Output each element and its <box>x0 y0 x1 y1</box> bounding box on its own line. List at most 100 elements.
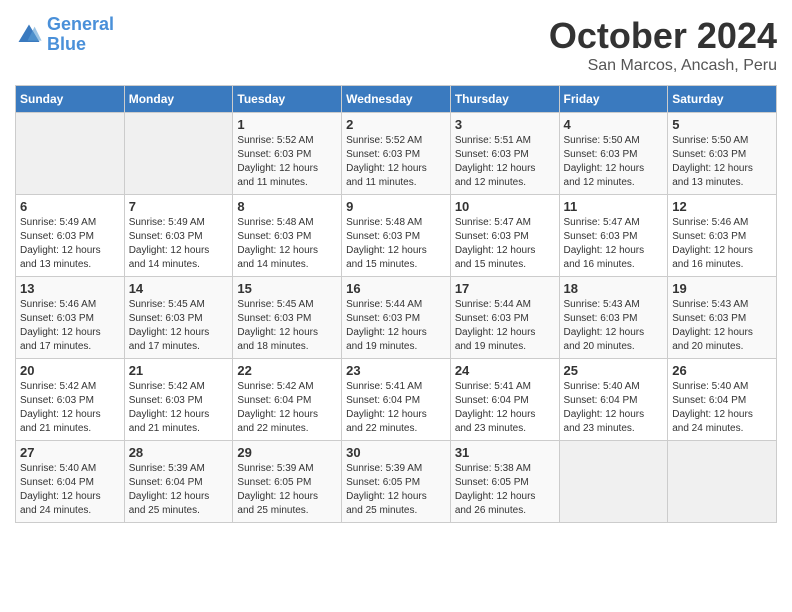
day-info: Sunrise: 5:43 AM Sunset: 6:03 PM Dayligh… <box>672 298 772 354</box>
day-info: Sunrise: 5:41 AM Sunset: 6:04 PM Dayligh… <box>455 380 555 436</box>
day-cell: 30 Sunrise: 5:39 AM Sunset: 6:05 PM Dayli… <box>342 441 451 523</box>
day-cell: 10 Sunrise: 5:47 AM Sunset: 6:03 PM Dayli… <box>450 195 559 277</box>
day-number: 1 <box>237 117 337 132</box>
header-tuesday: Tuesday <box>233 86 342 113</box>
day-info: Sunrise: 5:40 AM Sunset: 6:04 PM Dayligh… <box>672 380 772 436</box>
day-info: Sunrise: 5:48 AM Sunset: 6:03 PM Dayligh… <box>346 216 446 272</box>
header: General Blue October 2024 San Marcos, An… <box>15 15 777 75</box>
day-info: Sunrise: 5:48 AM Sunset: 6:03 PM Dayligh… <box>237 216 337 272</box>
day-info: Sunrise: 5:38 AM Sunset: 6:05 PM Dayligh… <box>455 462 555 518</box>
day-cell: 28 Sunrise: 5:39 AM Sunset: 6:04 PM Dayli… <box>124 441 233 523</box>
logo-icon <box>15 21 43 49</box>
day-cell: 14 Sunrise: 5:45 AM Sunset: 6:03 PM Dayli… <box>124 277 233 359</box>
day-cell <box>16 113 125 195</box>
day-number: 4 <box>564 117 664 132</box>
day-cell: 8 Sunrise: 5:48 AM Sunset: 6:03 PM Daylig… <box>233 195 342 277</box>
week-row-1: 1 Sunrise: 5:52 AM Sunset: 6:03 PM Daylig… <box>16 113 777 195</box>
day-cell: 11 Sunrise: 5:47 AM Sunset: 6:03 PM Dayli… <box>559 195 668 277</box>
day-info: Sunrise: 5:39 AM Sunset: 6:05 PM Dayligh… <box>346 462 446 518</box>
day-info: Sunrise: 5:47 AM Sunset: 6:03 PM Dayligh… <box>564 216 664 272</box>
calendar-table: Sunday Monday Tuesday Wednesday Thursday… <box>15 85 777 523</box>
day-cell: 12 Sunrise: 5:46 AM Sunset: 6:03 PM Dayli… <box>668 195 777 277</box>
title-area: October 2024 San Marcos, Ancash, Peru <box>549 15 777 75</box>
week-row-5: 27Sunrise: 5:40 AM Sunset: 6:04 PM Dayli… <box>16 441 777 523</box>
day-number: 6 <box>20 199 120 214</box>
day-cell: 27Sunrise: 5:40 AM Sunset: 6:04 PM Dayli… <box>16 441 125 523</box>
day-number: 30 <box>346 445 446 460</box>
day-info: Sunrise: 5:40 AM Sunset: 6:04 PM Dayligh… <box>564 380 664 436</box>
day-number: 13 <box>20 281 120 296</box>
header-row: Sunday Monday Tuesday Wednesday Thursday… <box>16 86 777 113</box>
day-cell: 29 Sunrise: 5:39 AM Sunset: 6:05 PM Dayli… <box>233 441 342 523</box>
day-info: Sunrise: 5:43 AM Sunset: 6:03 PM Dayligh… <box>564 298 664 354</box>
day-info: Sunrise: 5:49 AM Sunset: 6:03 PM Dayligh… <box>129 216 229 272</box>
day-info: Sunrise: 5:45 AM Sunset: 6:03 PM Dayligh… <box>129 298 229 354</box>
day-cell: 26Sunrise: 5:40 AM Sunset: 6:04 PM Dayli… <box>668 359 777 441</box>
header-monday: Monday <box>124 86 233 113</box>
day-number: 27 <box>20 445 120 460</box>
day-cell: 22 Sunrise: 5:42 AM Sunset: 6:04 PM Dayli… <box>233 359 342 441</box>
day-cell: 31 Sunrise: 5:38 AM Sunset: 6:05 PM Dayli… <box>450 441 559 523</box>
day-info: Sunrise: 5:44 AM Sunset: 6:03 PM Dayligh… <box>346 298 446 354</box>
day-cell: 25 Sunrise: 5:40 AM Sunset: 6:04 PM Dayli… <box>559 359 668 441</box>
subtitle: San Marcos, Ancash, Peru <box>549 57 777 75</box>
day-info: Sunrise: 5:47 AM Sunset: 6:03 PM Dayligh… <box>455 216 555 272</box>
header-wednesday: Wednesday <box>342 86 451 113</box>
day-number: 25 <box>564 363 664 378</box>
day-info: Sunrise: 5:44 AM Sunset: 6:03 PM Dayligh… <box>455 298 555 354</box>
day-number: 19 <box>672 281 772 296</box>
day-cell: 5Sunrise: 5:50 AM Sunset: 6:03 PM Daylig… <box>668 113 777 195</box>
day-number: 10 <box>455 199 555 214</box>
day-info: Sunrise: 5:52 AM Sunset: 6:03 PM Dayligh… <box>237 134 337 190</box>
logo-text: General Blue <box>47 15 114 55</box>
logo-line1: General <box>47 14 114 34</box>
day-cell <box>668 441 777 523</box>
day-info: Sunrise: 5:46 AM Sunset: 6:03 PM Dayligh… <box>20 298 120 354</box>
calendar-body: 1 Sunrise: 5:52 AM Sunset: 6:03 PM Daylig… <box>16 113 777 523</box>
header-friday: Friday <box>559 86 668 113</box>
day-number: 21 <box>129 363 229 378</box>
day-number: 11 <box>564 199 664 214</box>
day-info: Sunrise: 5:52 AM Sunset: 6:03 PM Dayligh… <box>346 134 446 190</box>
day-number: 12 <box>672 199 772 214</box>
day-info: Sunrise: 5:42 AM Sunset: 6:04 PM Dayligh… <box>237 380 337 436</box>
day-info: Sunrise: 5:39 AM Sunset: 6:04 PM Dayligh… <box>129 462 229 518</box>
day-cell: 19 Sunrise: 5:43 AM Sunset: 6:03 PM Dayli… <box>668 277 777 359</box>
day-info: Sunrise: 5:50 AM Sunset: 6:03 PM Dayligh… <box>672 134 772 190</box>
day-number: 18 <box>564 281 664 296</box>
day-cell: 21Sunrise: 5:42 AM Sunset: 6:03 PM Dayli… <box>124 359 233 441</box>
day-number: 28 <box>129 445 229 460</box>
day-number: 2 <box>346 117 446 132</box>
day-cell: 7Sunrise: 5:49 AM Sunset: 6:03 PM Daylig… <box>124 195 233 277</box>
calendar-header: Sunday Monday Tuesday Wednesday Thursday… <box>16 86 777 113</box>
day-cell: 15 Sunrise: 5:45 AM Sunset: 6:03 PM Dayli… <box>233 277 342 359</box>
day-number: 29 <box>237 445 337 460</box>
month-title: October 2024 <box>549 15 777 57</box>
day-number: 22 <box>237 363 337 378</box>
day-number: 24 <box>455 363 555 378</box>
day-cell: 16Sunrise: 5:44 AM Sunset: 6:03 PM Dayli… <box>342 277 451 359</box>
day-number: 14 <box>129 281 229 296</box>
week-row-2: 6 Sunrise: 5:49 AM Sunset: 6:03 PM Daylig… <box>16 195 777 277</box>
day-number: 15 <box>237 281 337 296</box>
day-info: Sunrise: 5:46 AM Sunset: 6:03 PM Dayligh… <box>672 216 772 272</box>
day-cell <box>124 113 233 195</box>
day-cell: 6 Sunrise: 5:49 AM Sunset: 6:03 PM Daylig… <box>16 195 125 277</box>
day-cell: 1 Sunrise: 5:52 AM Sunset: 6:03 PM Daylig… <box>233 113 342 195</box>
week-row-4: 20 Sunrise: 5:42 AM Sunset: 6:03 PM Dayli… <box>16 359 777 441</box>
day-number: 9 <box>346 199 446 214</box>
logo: General Blue <box>15 15 114 55</box>
day-cell: 24 Sunrise: 5:41 AM Sunset: 6:04 PM Dayli… <box>450 359 559 441</box>
header-saturday: Saturday <box>668 86 777 113</box>
header-thursday: Thursday <box>450 86 559 113</box>
day-number: 8 <box>237 199 337 214</box>
day-cell: 9 Sunrise: 5:48 AM Sunset: 6:03 PM Daylig… <box>342 195 451 277</box>
day-number: 31 <box>455 445 555 460</box>
day-info: Sunrise: 5:45 AM Sunset: 6:03 PM Dayligh… <box>237 298 337 354</box>
day-info: Sunrise: 5:39 AM Sunset: 6:05 PM Dayligh… <box>237 462 337 518</box>
day-number: 20 <box>20 363 120 378</box>
day-info: Sunrise: 5:49 AM Sunset: 6:03 PM Dayligh… <box>20 216 120 272</box>
day-info: Sunrise: 5:42 AM Sunset: 6:03 PM Dayligh… <box>20 380 120 436</box>
day-cell: 13 Sunrise: 5:46 AM Sunset: 6:03 PM Dayli… <box>16 277 125 359</box>
day-number: 23 <box>346 363 446 378</box>
